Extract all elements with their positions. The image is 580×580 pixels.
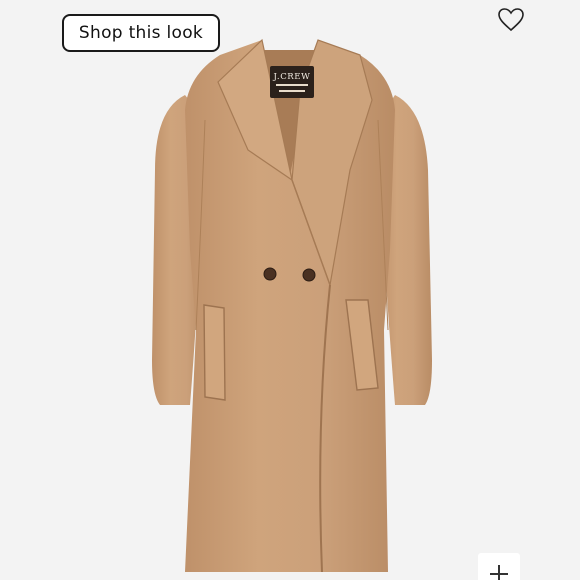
heart-icon[interactable] [497, 7, 525, 33]
shop-this-look-label: Shop this look [78, 23, 204, 43]
add-button[interactable] [478, 553, 520, 580]
shop-this-look-button[interactable]: Shop this look [62, 14, 220, 52]
brand-label-text: J.CREW [273, 72, 311, 82]
coat-product-image: J.CREW [152, 38, 432, 573]
plus-icon [490, 565, 508, 580]
product-page: J.CREW Shop this look [0, 0, 580, 580]
